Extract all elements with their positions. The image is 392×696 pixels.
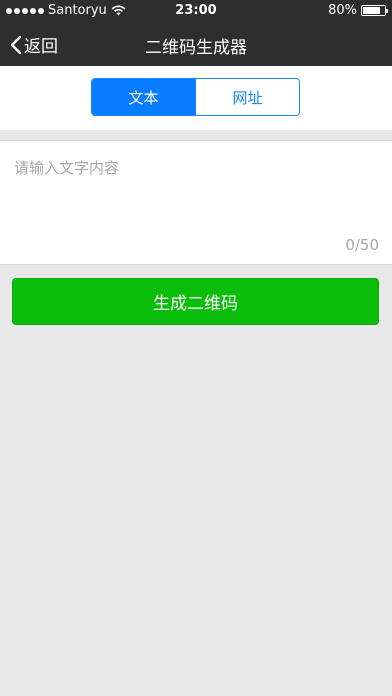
navigation-bar: 返回 二维码生成器: [0, 22, 392, 66]
mode-segmented-control: 文本 网址: [91, 78, 300, 116]
status-bar: Santoryu 23:00 80%: [0, 0, 392, 22]
page-title: 二维码生成器: [145, 38, 247, 58]
text-input-panel: 0/50: [0, 140, 392, 265]
battery-icon: [361, 5, 388, 16]
character-counter: 0/50: [345, 236, 379, 254]
battery-percent: 80%: [328, 3, 357, 18]
mode-selector-area: 文本 网址: [0, 66, 392, 130]
content-textarea[interactable]: [14, 157, 378, 235]
battery-fill: [363, 7, 380, 14]
status-right: 80%: [328, 3, 388, 18]
generate-qr-button[interactable]: 生成二维码: [12, 278, 379, 325]
tab-url[interactable]: 网址: [195, 79, 299, 115]
top-bar: Santoryu 23:00 80% 返回 二维码生成器: [0, 0, 392, 66]
tab-text[interactable]: 文本: [92, 79, 195, 115]
